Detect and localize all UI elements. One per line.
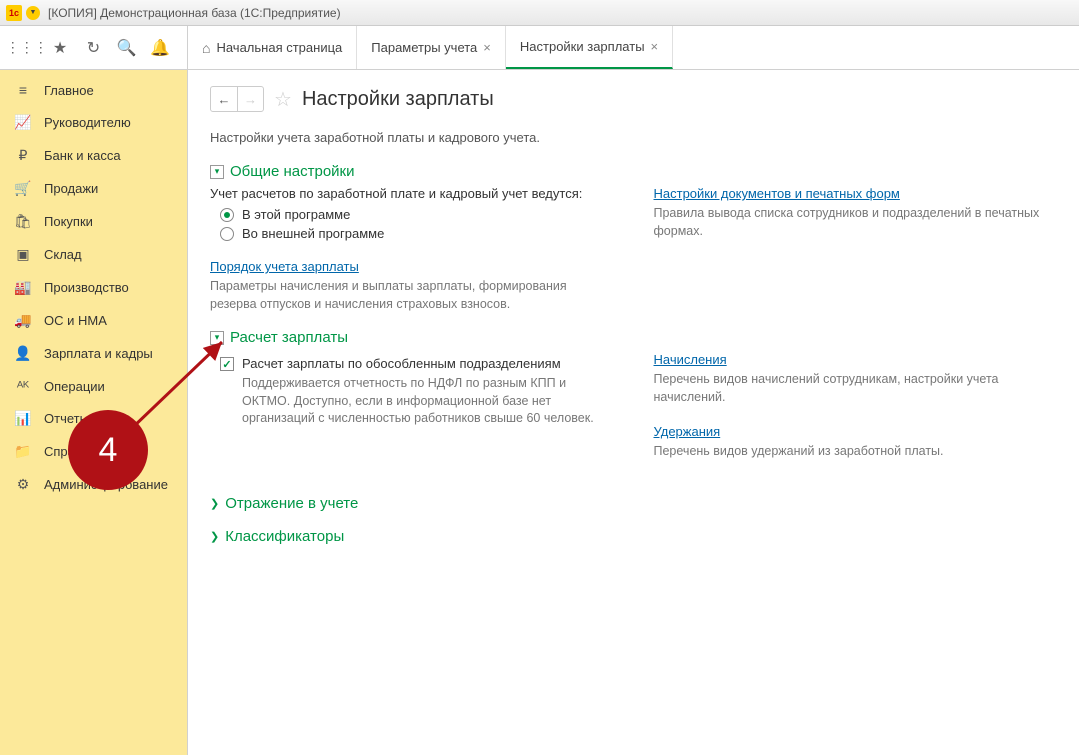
tab-label: Параметры учета (371, 40, 477, 55)
ruble-icon: ₽ (14, 147, 32, 164)
sidebar-item-label: Зарплата и кадры (44, 346, 153, 361)
desc-text: Перечень видов начислений сотрудникам, н… (654, 371, 1058, 406)
nav-buttons: ← → (210, 86, 264, 112)
radio-external-program[interactable]: Во внешней программе (220, 226, 614, 241)
desc-text: Параметры начисления и выплаты зарплаты,… (210, 278, 614, 313)
field-label: Учет расчетов по заработной плате и кадр… (210, 186, 614, 201)
sidebar-item-assets[interactable]: 🚚 ОС и НМА (0, 304, 187, 337)
section-reflection: ❯ Отражение в учете (210, 495, 1057, 512)
person-icon: 👤 (14, 345, 32, 362)
sidebar-item-label: Руководителю (44, 115, 131, 130)
chevron-right-icon: ❯ (210, 530, 219, 543)
section-header-calc[interactable]: ▾ Расчет зарплаты (210, 329, 1057, 346)
page-title: Настройки зарплаты (302, 88, 494, 111)
forward-button[interactable]: → (237, 87, 263, 111)
section-title: Расчет зарплаты (230, 329, 348, 346)
desc-text: Перечень видов удержаний из заработной п… (654, 443, 1058, 461)
radio-this-program[interactable]: В этой программе (220, 207, 614, 222)
close-icon[interactable]: × (483, 40, 491, 55)
link-accruals[interactable]: Начисления (654, 352, 727, 367)
bell-icon[interactable]: 🔔 (148, 36, 172, 60)
tab-home[interactable]: ⌂ Начальная страница (188, 26, 357, 69)
sidebar-item-label: Покупки (44, 214, 93, 229)
sidebar-item-manager[interactable]: 📈 Руководителю (0, 106, 187, 139)
annotation-badge: 4 (68, 410, 148, 490)
chart-icon: 📈 (14, 114, 32, 131)
search-icon[interactable]: 🔍 (115, 36, 139, 60)
radio-icon (220, 208, 234, 222)
tabs: ⌂ Начальная страница Параметры учета × Н… (188, 26, 1079, 69)
section-calc: ▾ Расчет зарплаты Расчет зарплаты по обо… (210, 329, 1057, 479)
desc-text: Правила вывода списка сотрудников и подр… (654, 205, 1058, 240)
annotation-number: 4 (99, 431, 118, 470)
section-title: Классификаторы (225, 528, 344, 545)
tab-params[interactable]: Параметры учета × (357, 26, 506, 69)
content: ← → ☆ Настройки зарплаты Настройки учета… (188, 70, 1079, 755)
sidebar-item-label: Банк и касса (44, 148, 121, 163)
close-icon[interactable]: × (651, 39, 659, 54)
ops-icon: ᴬᴷ (14, 378, 32, 394)
title-bar: 1c ▼ [КОПИЯ] Демонстрационная база (1С:П… (0, 0, 1079, 26)
sidebar-item-warehouse[interactable]: ▣ Склад (0, 238, 187, 271)
sidebar-item-label: ОС и НМА (44, 313, 107, 328)
link-salary-order[interactable]: Порядок учета зарплаты (210, 259, 359, 274)
section-title: Отражение в учете (225, 495, 358, 512)
toolbar-icons: ⋮⋮⋮ ★ ↻ 🔍 🔔 (0, 26, 188, 69)
chevron-down-icon: ▾ (210, 331, 224, 345)
window-title: [КОПИЯ] Демонстрационная база (1С:Предпр… (48, 6, 341, 20)
link-doc-settings[interactable]: Настройки документов и печатных форм (654, 186, 900, 201)
sidebar-item-purchases[interactable]: 🛍 Покупки (0, 205, 187, 238)
sidebar-item-main[interactable]: ≡ Главное (0, 74, 187, 106)
desc-text: Поддерживается отчетность по НДФЛ по раз… (242, 375, 614, 428)
section-header-reflection[interactable]: ❯ Отражение в учете (210, 495, 1057, 512)
sidebar-item-label: Операции (44, 379, 105, 394)
folder-icon: 📁 (14, 443, 32, 460)
sidebar-item-operations[interactable]: ᴬᴷ Операции (0, 370, 187, 402)
checkbox-separate-divisions[interactable] (220, 357, 234, 371)
tab-label: Начальная страница (216, 40, 342, 55)
app-icon: 1c (6, 5, 22, 21)
radio-label: В этой программе (242, 207, 350, 222)
apps-icon[interactable]: ⋮⋮⋮ (15, 36, 39, 60)
link-deductions[interactable]: Удержания (654, 424, 721, 439)
chevron-right-icon: ❯ (210, 497, 219, 510)
gear-icon: ⚙ (14, 476, 32, 493)
section-title: Общие настройки (230, 163, 355, 180)
cart-icon: 🛒 (14, 180, 32, 197)
tab-salary-settings[interactable]: Настройки зарплаты × (506, 26, 673, 69)
sidebar-item-production[interactable]: 🏭 Производство (0, 271, 187, 304)
section-header-general[interactable]: ▾ Общие настройки (210, 163, 1057, 180)
box-icon: ▣ (14, 246, 32, 263)
back-button[interactable]: ← (211, 87, 237, 111)
app-dropdown[interactable]: ▼ (26, 6, 40, 20)
report-icon: 📊 (14, 410, 32, 427)
section-classifiers: ❯ Классификаторы (210, 528, 1057, 545)
sidebar-item-bank[interactable]: ₽ Банк и касса (0, 139, 187, 172)
sidebar-item-label: Склад (44, 247, 82, 262)
radio-icon (220, 227, 234, 241)
sidebar-item-salary[interactable]: 👤 Зарплата и кадры (0, 337, 187, 370)
star-icon[interactable]: ☆ (274, 87, 292, 112)
section-header-classifiers[interactable]: ❯ Классификаторы (210, 528, 1057, 545)
bag-icon: 🛍 (14, 213, 32, 230)
sidebar-item-label: Продажи (44, 181, 98, 196)
page-subtitle: Настройки учета заработной платы и кадро… (210, 130, 1057, 145)
favorite-icon[interactable]: ★ (48, 36, 72, 60)
sidebar-item-sales[interactable]: 🛒 Продажи (0, 172, 187, 205)
chevron-down-icon: ▾ (210, 165, 224, 179)
menu-icon: ≡ (14, 82, 32, 98)
section-general: ▾ Общие настройки Учет расчетов по зараб… (210, 163, 1057, 313)
truck-icon: 🚚 (14, 312, 32, 329)
factory-icon: 🏭 (14, 279, 32, 296)
sidebar-item-label: Производство (44, 280, 129, 295)
radio-label: Во внешней программе (242, 226, 384, 241)
checkbox-label: Расчет зарплаты по обособленным подразде… (242, 356, 614, 371)
tab-label: Настройки зарплаты (520, 39, 645, 54)
sidebar-item-label: Главное (44, 83, 94, 98)
history-icon[interactable]: ↻ (81, 36, 105, 60)
toolbar: ⋮⋮⋮ ★ ↻ 🔍 🔔 ⌂ Начальная страница Парамет… (0, 26, 1079, 70)
page-header: ← → ☆ Настройки зарплаты (210, 86, 1057, 112)
home-icon: ⌂ (202, 40, 210, 56)
